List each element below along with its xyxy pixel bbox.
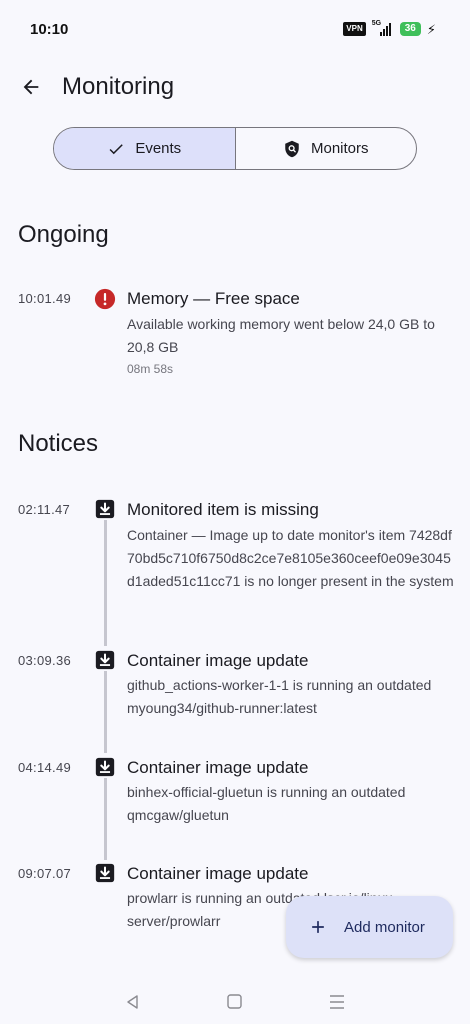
event-time: 09:07.07 [18, 866, 72, 881]
download-box-icon [95, 863, 115, 883]
event-title: Monitored item is missing [127, 500, 319, 519]
download-box-icon [95, 650, 115, 670]
event-time: 10:01.49 [18, 291, 72, 306]
plus-icon [312, 921, 324, 933]
tab-monitors-label: Monitors [310, 140, 369, 157]
event-title: Container image update [127, 864, 309, 883]
add-monitor-button[interactable]: Add monitor [286, 896, 453, 958]
vpn-badge: VPN [343, 22, 366, 36]
tab-events[interactable]: Events [54, 128, 235, 169]
add-monitor-label: Add monitor [344, 918, 425, 936]
event-title: Container image update [127, 758, 309, 777]
event-duration: 08m 58s [127, 362, 174, 376]
event-description: Container — Image up to date monitor's i… [127, 527, 454, 589]
status-bar: 10:10 VPN 5G 36 ⚡︎ [0, 0, 470, 60]
event-description: Available working memory went below 24,0… [127, 316, 435, 355]
shield-search-icon [285, 140, 299, 157]
event-time: 03:09.36 [18, 653, 72, 668]
event-time: 04:14.49 [18, 760, 72, 775]
charging-icon: ⚡︎ [426, 21, 436, 37]
event-title: Container image update [127, 651, 309, 670]
system-nav-bar [0, 985, 470, 1024]
notices-heading: Notices [18, 430, 99, 457]
error-icon [94, 288, 116, 310]
tab-events-label: Events [135, 140, 182, 157]
back-arrow-icon[interactable] [20, 76, 42, 98]
battery-level: 36 [399, 22, 421, 36]
event-time: 02:11.47 [18, 502, 71, 517]
page-title: Monitoring [62, 73, 175, 100]
download-box-icon [95, 499, 115, 519]
event-description: binhex-official-gluetun is running an ou… [127, 784, 406, 823]
download-box-icon [95, 757, 115, 777]
view-toggle: Events Monitors [53, 127, 417, 170]
tab-monitors[interactable]: Monitors [234, 128, 417, 169]
timeline-connector [104, 520, 107, 646]
event-title: Memory — Free space [127, 289, 300, 308]
status-icons: VPN 5G 36 ⚡︎ [343, 20, 436, 37]
signal-icon: 5G [372, 20, 394, 36]
ongoing-heading: Ongoing [18, 221, 109, 248]
nav-recents-icon[interactable] [327, 993, 347, 1011]
timeline-connector [104, 671, 107, 753]
nav-back-icon[interactable] [123, 993, 143, 1011]
check-icon [109, 143, 124, 154]
timeline-connector [104, 778, 107, 860]
status-time: 10:10 [30, 21, 69, 38]
event-description: github_actions-worker-1-1 is running an … [127, 677, 432, 716]
nav-home-icon[interactable] [225, 993, 245, 1011]
